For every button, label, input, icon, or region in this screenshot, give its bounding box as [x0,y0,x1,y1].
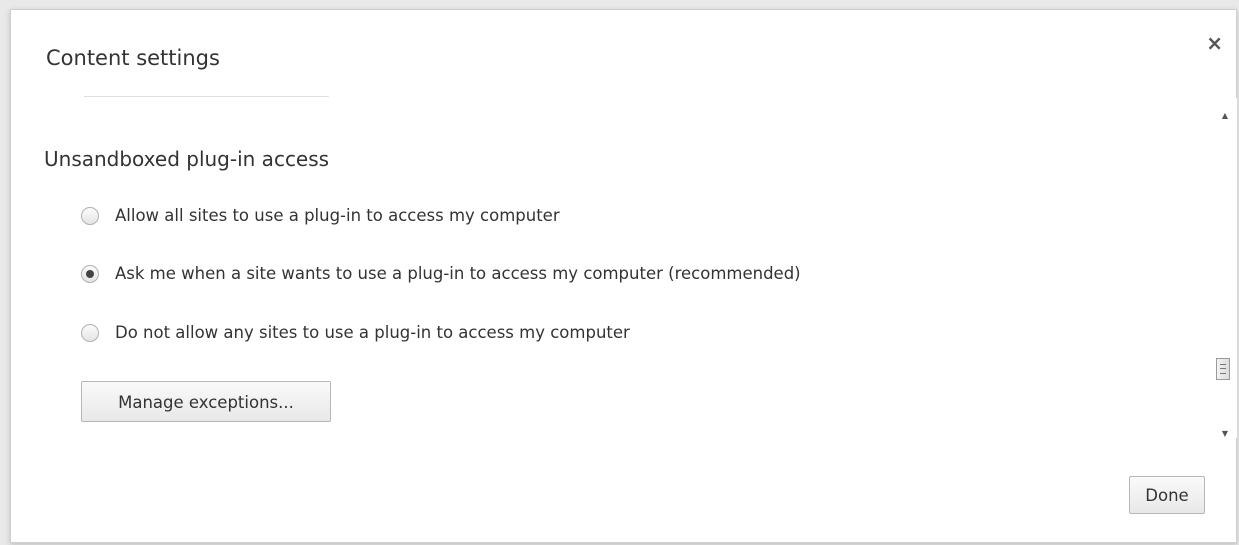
scrollbar[interactable]: ▲ ▼ [1213,98,1237,438]
content-settings-dialog: Content settings × Unsandboxed plug-in a… [10,9,1237,543]
radio-option-do-not-allow[interactable]: Do not allow any sites to use a plug-in … [81,320,630,346]
radio-option-ask-me[interactable]: Ask me when a site wants to use a plug-i… [81,261,801,287]
radio-button-allow-all[interactable] [81,207,99,225]
dialog-title: Content settings [46,46,220,70]
scrollbar-thumb[interactable] [1216,358,1230,380]
radio-button-ask-me[interactable] [81,265,99,283]
radio-button-do-not-allow[interactable] [81,324,99,342]
page: Content settings × Unsandboxed plug-in a… [0,0,1239,545]
radio-label-do-not-allow: Do not allow any sites to use a plug-in … [115,323,630,342]
radio-option-allow-all[interactable]: Allow all sites to use a plug-in to acce… [81,203,560,229]
header-divider [84,96,329,97]
manage-exceptions-button[interactable]: Manage exceptions... [81,381,331,422]
section-title: Unsandboxed plug-in access [44,147,330,171]
radio-label-ask-me: Ask me when a site wants to use a plug-i… [115,264,801,283]
done-button[interactable]: Done [1129,476,1205,514]
radio-label-allow-all: Allow all sites to use a plug-in to acce… [115,206,560,225]
close-icon[interactable]: × [1206,32,1223,54]
scroll-down-arrow-icon[interactable]: ▼ [1213,426,1237,442]
scroll-up-arrow-icon[interactable]: ▲ [1213,108,1237,124]
